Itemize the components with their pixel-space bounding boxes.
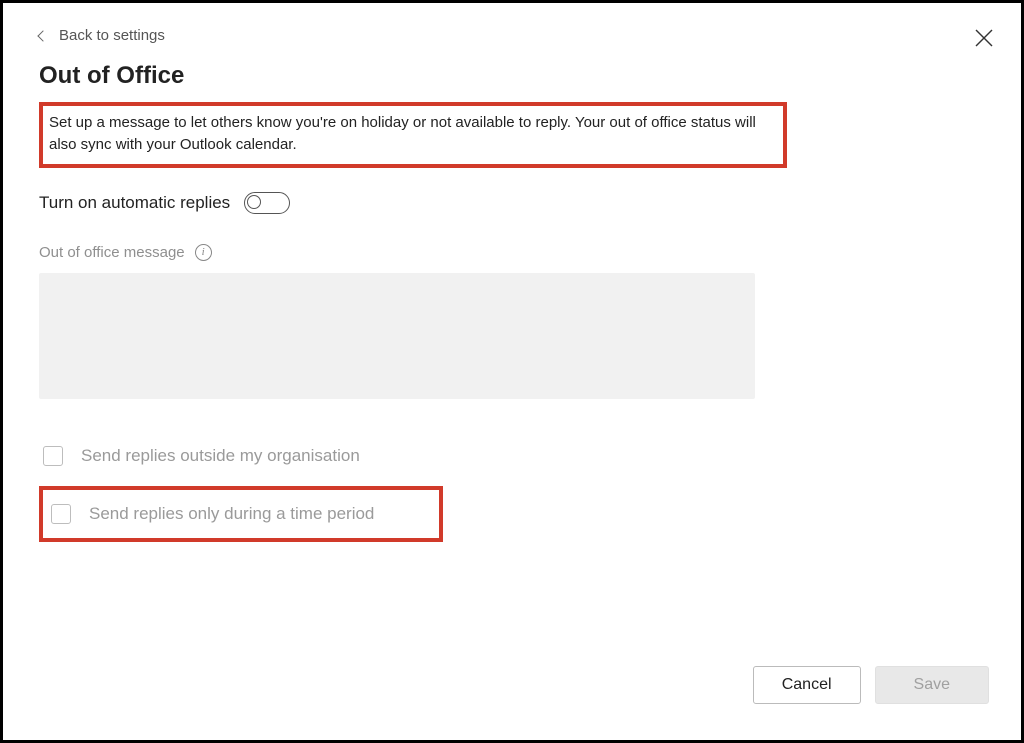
back-label: Back to settings <box>59 27 165 44</box>
info-icon[interactable]: i <box>195 244 212 261</box>
close-button[interactable] <box>975 29 993 47</box>
page-title: Out of Office <box>39 62 989 90</box>
time-period-label: Send replies only during a time period <box>89 504 374 524</box>
description-text: Set up a message to let others know you'… <box>49 114 756 153</box>
auto-replies-toggle-label: Turn on automatic replies <box>39 193 230 213</box>
message-label: Out of office message <box>39 244 185 261</box>
time-period-checkbox[interactable] <box>51 504 71 524</box>
time-period-row-highlight: Send replies only during a time period <box>39 486 443 542</box>
save-button: Save <box>875 666 989 704</box>
chevron-left-icon <box>37 30 48 41</box>
outside-org-label: Send replies outside my organisation <box>81 446 360 466</box>
description-highlight: Set up a message to let others know you'… <box>39 102 787 168</box>
close-icon <box>975 29 993 47</box>
outside-org-checkbox[interactable] <box>43 446 63 466</box>
auto-replies-toggle[interactable] <box>244 192 290 214</box>
out-of-office-message-input[interactable] <box>39 273 755 399</box>
toggle-knob-icon <box>247 195 261 209</box>
cancel-button[interactable]: Cancel <box>753 666 861 704</box>
back-to-settings-link[interactable]: Back to settings <box>39 27 165 44</box>
outside-org-row: Send replies outside my organisation <box>39 440 989 472</box>
